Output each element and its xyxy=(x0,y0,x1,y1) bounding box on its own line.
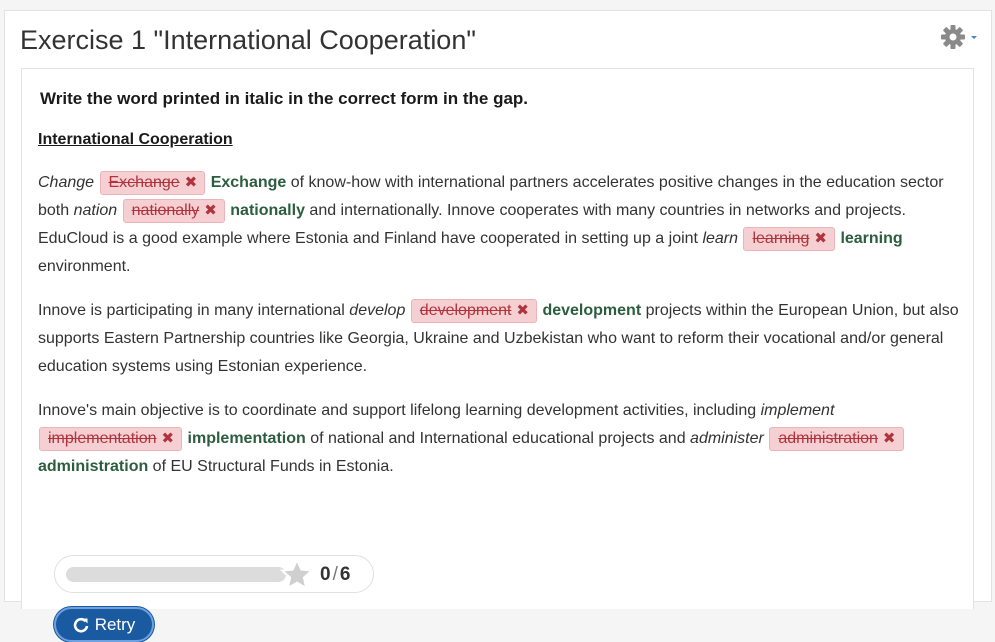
cue-word: learn xyxy=(702,230,739,247)
answer-gap-wrong[interactable]: implementation ✖ xyxy=(39,427,183,451)
wrong-answer: development xyxy=(419,302,512,319)
wrong-mark-icon: ✖ xyxy=(882,430,896,447)
paragraph-text: Innove is participating in many internat… xyxy=(38,302,350,319)
wrong-answer: implementation xyxy=(48,430,157,447)
answer-gap-wrong[interactable]: administration ✖ xyxy=(769,427,904,451)
correct-answer: development xyxy=(542,302,642,319)
caret-down-icon xyxy=(971,36,977,39)
paragraph-2: Innove is participating in many internat… xyxy=(38,297,963,381)
paragraph-text: of national and International educationa… xyxy=(305,430,691,447)
correct-answer: nationally xyxy=(230,202,305,219)
gear-icon xyxy=(941,25,977,49)
wrong-answer: Exchange xyxy=(108,174,180,191)
wrong-mark-icon: ✖ xyxy=(161,430,175,447)
wrong-mark-icon: ✖ xyxy=(204,202,217,219)
exercise-card: Exercise 1 "International Cooperation" W… xyxy=(4,10,992,642)
cue-word: implement xyxy=(760,402,835,419)
paragraph-text: of EU Structural Funds in Estonia. xyxy=(148,458,394,475)
wrong-answer: administration xyxy=(778,430,878,447)
paragraph-text: environment. xyxy=(38,258,131,275)
wrong-mark-icon: ✖ xyxy=(814,230,827,247)
cue-word: develop xyxy=(349,302,406,319)
retry-button[interactable]: Retry xyxy=(54,607,154,642)
correct-answer: implementation xyxy=(187,430,306,447)
retry-icon xyxy=(73,617,88,632)
page-title: Exercise 1 "International Cooperation" xyxy=(20,25,476,55)
task-instructions: Write the word printed in italic in the … xyxy=(40,89,529,108)
star-icon xyxy=(280,558,314,590)
score-progress-track xyxy=(66,567,286,582)
wrong-answer: nationally xyxy=(131,202,200,219)
answer-gap-wrong[interactable]: Exchange ✖ xyxy=(99,171,206,195)
score-value: 0/6 xyxy=(320,564,350,586)
paragraph-3: Innove's main objective is to coordinate… xyxy=(38,397,963,481)
wrong-mark-icon: ✖ xyxy=(516,302,529,319)
cue-word: Change xyxy=(38,174,95,191)
answer-gap-wrong[interactable]: learning ✖ xyxy=(743,227,835,251)
correct-answer: administration xyxy=(38,458,149,475)
text-title: International Cooperation xyxy=(38,131,233,148)
retry-label: Retry xyxy=(94,614,136,634)
score-total: 6 xyxy=(339,564,351,585)
wrong-answer: learning xyxy=(752,230,810,247)
cue-word: nation xyxy=(73,202,118,219)
answer-gap-wrong[interactable]: nationally ✖ xyxy=(122,199,225,223)
wrong-mark-icon: ✖ xyxy=(184,174,198,191)
score-separator: / xyxy=(332,564,338,585)
correct-answer: Exchange xyxy=(210,174,287,191)
correct-answer: learning xyxy=(840,230,903,247)
answer-gap-wrong[interactable]: development ✖ xyxy=(410,299,537,323)
cue-word: administer xyxy=(690,430,764,447)
paragraph-1: Change Exchange ✖ Exchange of know-how wi… xyxy=(38,169,963,281)
score-current: 0 xyxy=(320,564,331,585)
exercise-content: Write the word printed in italic in the … xyxy=(21,68,974,642)
paragraph-text: Innove's main objective is to coordinate… xyxy=(38,402,761,419)
settings-menu-button[interactable] xyxy=(941,25,981,49)
score-bar: 0/6 xyxy=(54,555,374,593)
